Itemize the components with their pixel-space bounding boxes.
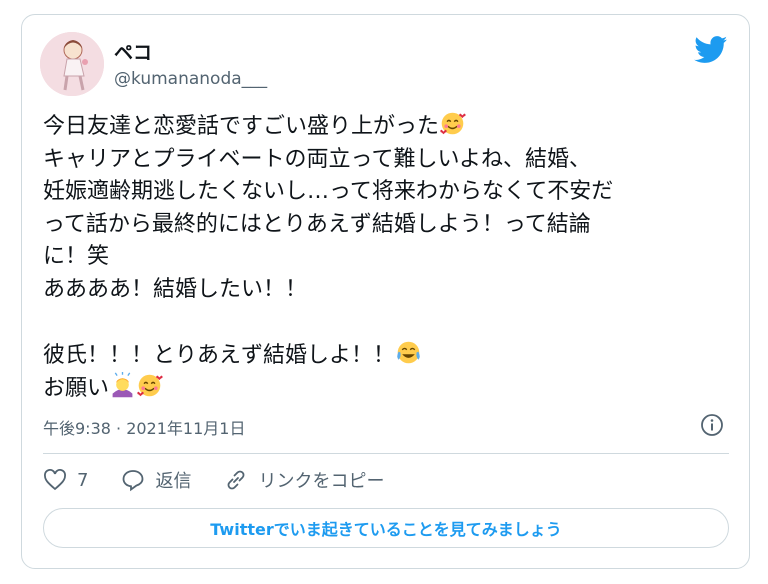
- link-icon: [228, 470, 245, 490]
- tweet-line-8: 彼氏！！！とりあえず結婚しよ！！: [43, 342, 396, 368]
- reply-icon: [123, 470, 144, 492]
- tweet-line-1: 今日友達と恋愛話ですごい盛り上がった: [43, 114, 440, 139]
- tweet-line-5: に！笑: [43, 244, 110, 269]
- author-name[interactable]: ペコ: [114, 38, 152, 65]
- divider: [43, 453, 729, 454]
- tweet-timestamp[interactable]: 午後9:38 · 2021年11月1日: [43, 415, 245, 439]
- bowing-person-emoji: [112, 372, 133, 398]
- copy-link-button[interactable]: リンクをコピー: [224, 467, 384, 493]
- info-icon[interactable]: [700, 413, 724, 437]
- explore-twitter-label: Twitterでいま起きていることを見てみましょう: [210, 520, 562, 539]
- tweet-text: 今日友達と恋愛話ですごい盛り上がった キャリアとプライベートの両立って難しいよね…: [43, 110, 733, 406]
- tweet-line-9: お願い: [43, 376, 110, 401]
- tears-of-joy-emoji: [397, 341, 420, 363]
- tweet-line-6: ああああ！結婚したい！！: [43, 276, 308, 302]
- reply-label: 返信: [155, 471, 192, 492]
- tweet-line-3: 妊娠適齢期逃したくないし…って将来わからなくて不安だ: [43, 179, 614, 204]
- copy-link-label: リンクをコピー: [258, 471, 385, 492]
- like-button[interactable]: 7: [43, 469, 88, 491]
- action-bar: 7 返信 リンクをコピー: [43, 466, 417, 494]
- smiling-hearts-emoji: [440, 112, 466, 135]
- avatar[interactable]: [40, 32, 104, 96]
- explore-twitter-button[interactable]: Twitterでいま起きていることを見てみましょう: [43, 508, 729, 548]
- tweet-line-4: って話から最終的にはとりあえず結婚しよう！って結論: [43, 211, 591, 237]
- heart-icon: [44, 469, 66, 491]
- reply-button[interactable]: 返信: [121, 467, 191, 493]
- author-handle[interactable]: @kumananoda___: [114, 69, 267, 89]
- tweet-line-2: キャリアとプライベートの両立って難しいよね、結婚、: [43, 146, 592, 172]
- twitter-bird-icon[interactable]: [694, 36, 728, 64]
- like-count: 7: [77, 469, 89, 491]
- smiling-hearts-emoji: [137, 374, 163, 397]
